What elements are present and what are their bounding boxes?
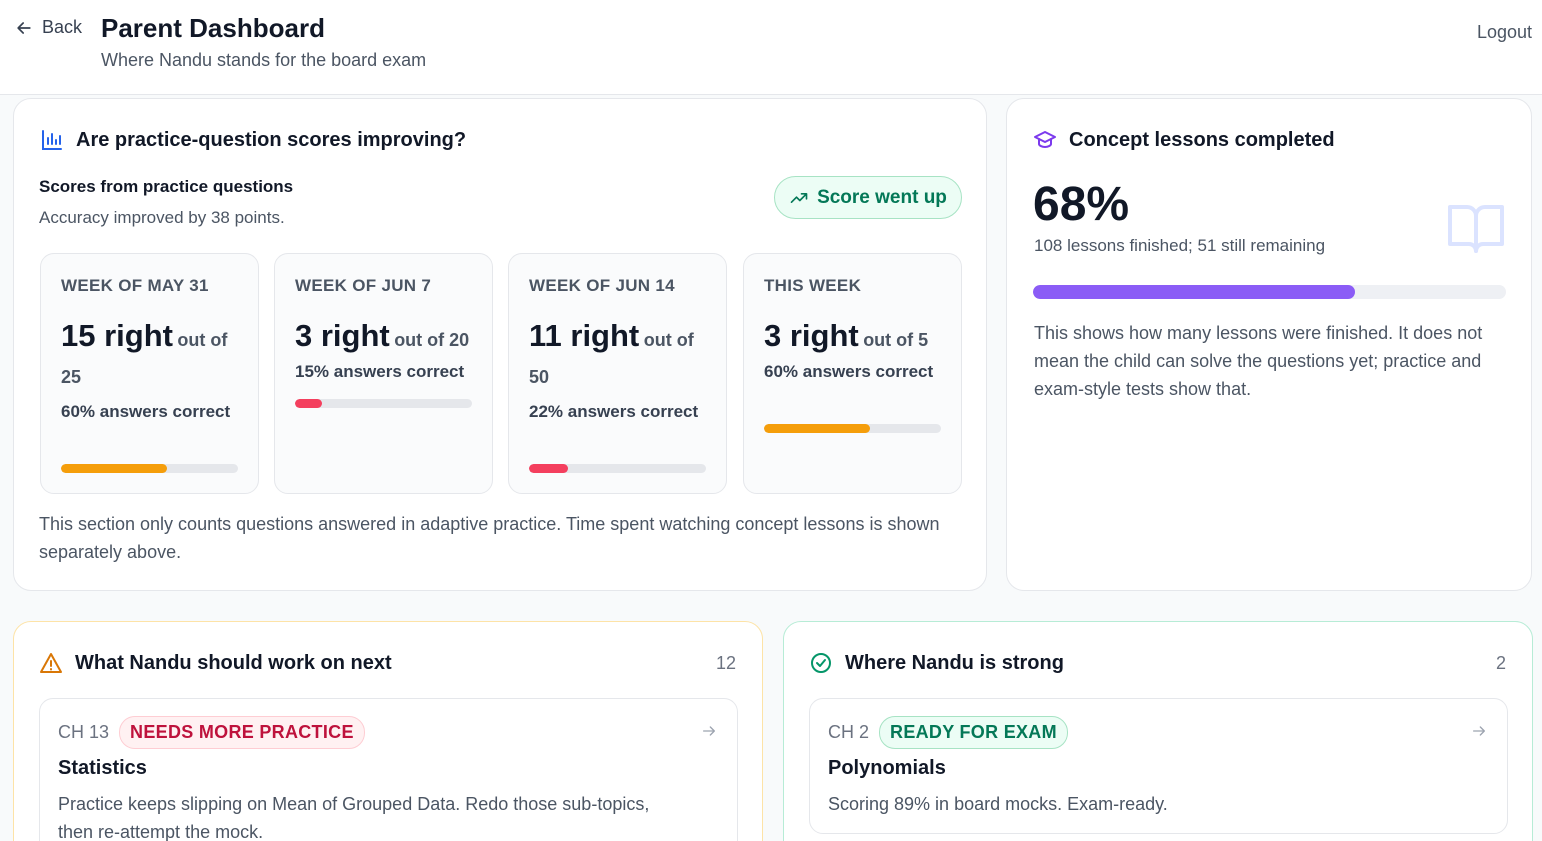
graduation-cap-icon [1034,131,1056,148]
week-progress-bar [61,464,238,473]
practice-subtitle: Scores from practice questions [39,177,294,196]
week-percent: 22% answers correct [529,402,699,421]
concept-percent: 68% [1033,178,1130,231]
week-right: 15 right [61,318,173,353]
week-progress-fill [764,424,871,433]
topic-item[interactable]: CH 2 READY FOR EXAM Polynomials Scoring … [809,698,1508,834]
trend-label: Score went up [817,186,947,208]
strengths-card: Where Nandu is strong 2 CH 2 READY FOR E… [783,621,1533,841]
strengths-title: Where Nandu is strong [845,651,1064,674]
concept-lessons-card: Concept lessons completed 68% 108 lesson… [1006,98,1532,591]
back-label: Back [42,17,83,37]
work-next-title: What Nandu should work on next [75,651,392,674]
topic-description: Scoring 89% in board mocks. Exam-ready. [828,794,1168,814]
work-next-header: What Nandu should work on next [39,651,392,675]
logout-link[interactable]: Logout [1477,22,1532,43]
topic-title: Polynomials [828,757,946,779]
topic-description: Practice keeps slipping on Mean of Group… [58,794,650,841]
page-header: Back Parent Dashboard Where Nandu stands… [0,0,1542,95]
arrow-left-icon [17,21,31,34]
week-label: THIS WEEK [764,276,862,295]
chapter-label: CH 13 [58,722,110,742]
week-progress-fill [61,464,168,473]
accuracy-note: Accuracy improved by 38 points. [39,208,285,227]
topic-item-header: CH 2 READY FOR EXAM [828,716,1068,749]
week-card: WEEK OF JUN 7 3 right out of 20 15% answ… [274,253,493,494]
status-badge: NEEDS MORE PRACTICE [119,716,365,749]
week-right: 3 right [764,318,859,353]
bar-chart-icon [42,130,62,150]
page-subtitle: Where Nandu stands for the board exam [101,50,427,70]
week-score: 15 right out of 25 [61,316,246,390]
week-progress-fill [529,464,568,473]
topic-title: Statistics [58,757,147,779]
week-card: THIS WEEK 3 right out of 5 60% answers c… [743,253,962,494]
concept-progress-bar [1033,285,1506,299]
week-total: 25 [61,367,82,388]
week-progress-bar [529,464,706,473]
arrow-right-icon [1473,726,1485,736]
week-progress-bar [295,399,472,408]
week-card: WEEK OF JUN 14 11 right out of 50 22% an… [508,253,727,494]
practice-scores-card: Are practice-question scores improving? … [13,98,987,591]
strengths-header: Where Nandu is strong [809,651,1064,675]
week-score: 3 right out of 5 [764,316,949,356]
week-percent: 15% answers correct [295,362,465,381]
week-percent: 60% answers correct [764,362,934,381]
chapter-label: CH 2 [828,722,870,742]
work-next-count: 12 [715,653,736,673]
concept-card-title: Concept lessons completed [1069,128,1335,151]
week-right: 11 right [529,318,640,353]
topic-item[interactable]: CH 13 NEEDS MORE PRACTICE Statistics Pra… [39,698,738,841]
status-badge: READY FOR EXAM [879,716,1068,749]
page-title: Parent Dashboard [101,13,325,43]
week-progress-bar [764,424,941,433]
week-progress-fill [295,399,322,408]
week-out-of: out of 5 [863,330,929,350]
week-out-of: out of 20 [394,330,470,350]
check-circle-icon [811,653,831,673]
week-out-of: out of [643,330,694,350]
practice-card-header: Are practice-question scores improving? [40,128,466,152]
topic-item-header: CH 13 NEEDS MORE PRACTICE [58,716,365,749]
open-book-icon [1448,205,1504,253]
week-right: 3 right [295,318,390,353]
work-next-card: What Nandu should work on next 12 CH 13 … [13,621,763,841]
practice-card-title: Are practice-question scores improving? [76,128,467,151]
warning-icon [40,653,62,673]
week-total: 50 [529,367,550,388]
concept-note: This shows how many lessons were finishe… [1034,323,1483,399]
concept-card-header: Concept lessons completed [1033,128,1335,152]
concept-progress-fill [1033,285,1355,299]
week-score: 11 right out of 50 [529,316,714,390]
arrow-right-icon [703,726,715,736]
concept-detail: 108 lessons finished; 51 still remaining [1034,236,1326,255]
trend-badge: Score went up [774,176,962,219]
practice-footnote: This section only counts questions answe… [39,514,940,562]
week-percent: 60% answers correct [61,402,231,421]
trending-up-icon [790,192,808,203]
week-label: WEEK OF JUN 14 [529,276,675,295]
week-label: WEEK OF JUN 7 [295,276,432,295]
week-out-of: out of [177,330,228,350]
back-button[interactable]: Back [14,17,82,38]
week-card: WEEK OF MAY 31 15 right out of 25 60% an… [40,253,259,494]
week-score: 3 right out of 20 [295,316,480,356]
week-label: WEEK OF MAY 31 [61,276,209,295]
strengths-count: 2 [1495,653,1506,673]
